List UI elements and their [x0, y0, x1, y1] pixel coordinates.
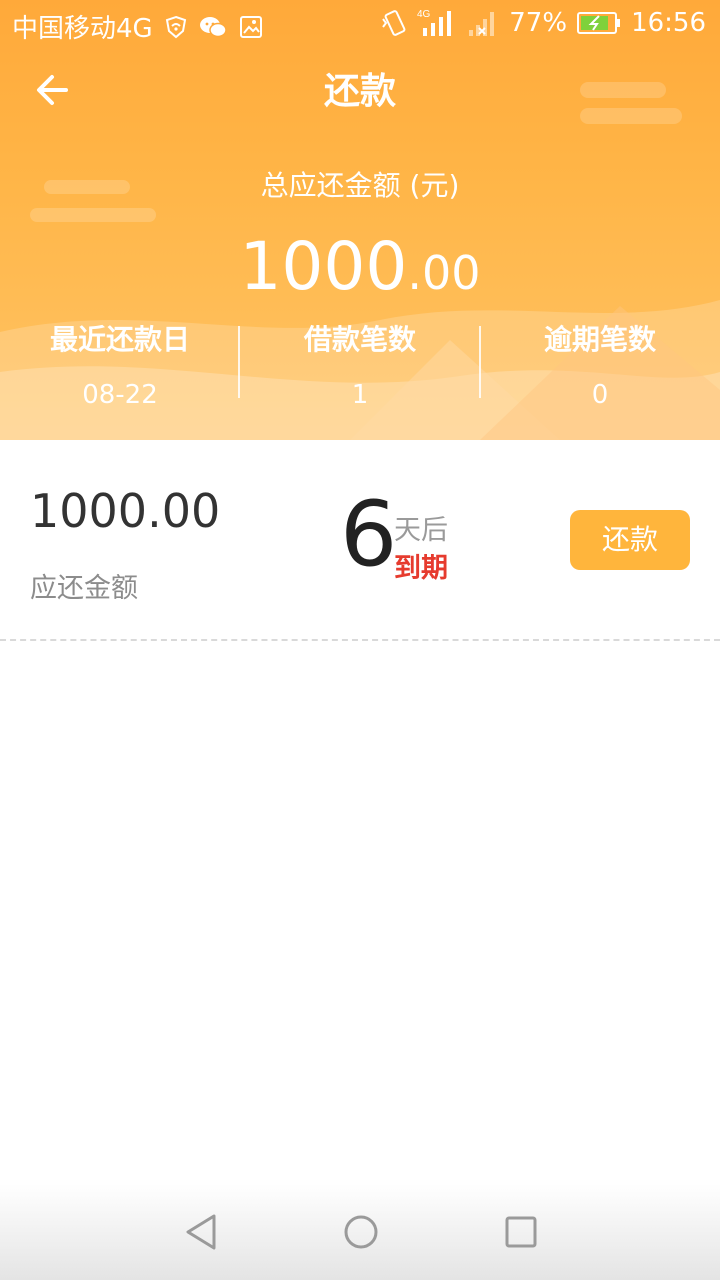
dashed-divider [0, 639, 720, 641]
stat-overdue-count: 逾期笔数 0 [480, 318, 720, 410]
loan-item: 1000.00 应还金额 6 天后 到期 还款 [0, 440, 720, 641]
repayment-header: 中国移动4G 4G 77% 16:56 还款 总应还金额 (元) 1000.00… [0, 0, 720, 440]
repay-button[interactable]: 还款 [570, 510, 690, 570]
loan-amount-label: 应还金额 [30, 573, 138, 604]
days-suffix: 天后 [394, 515, 448, 546]
recent-square-icon[interactable] [501, 1212, 541, 1252]
days-until-due: 6 [340, 482, 398, 587]
stat-loan-count: 借款笔数 1 [240, 318, 480, 410]
stat-value: 08-22 [82, 380, 158, 410]
total-amount-integer: 1000 [239, 228, 408, 305]
shield-wifi-icon [165, 15, 186, 38]
page-title: 还款 [323, 71, 396, 112]
wechat-icon [199, 16, 227, 37]
stat-value: 1 [351, 380, 369, 410]
total-amount: 1000.00 [0, 228, 720, 305]
battery-charging-icon [577, 12, 621, 34]
image-icon [239, 15, 262, 38]
system-nav-bar [0, 1184, 720, 1280]
total-amount-label: 总应还金额 (元) [260, 169, 460, 202]
stat-label: 逾期笔数 [543, 323, 656, 356]
stat-latest-due-date: 最近还款日 08-22 [0, 318, 240, 410]
back-triangle-icon[interactable] [182, 1212, 222, 1252]
carrier-label: 中国移动4G [12, 14, 153, 44]
clock: 16:56 [631, 8, 706, 38]
home-circle-icon[interactable] [341, 1212, 381, 1252]
stat-value: 0 [591, 380, 609, 410]
total-amount-decimal: .00 [407, 246, 481, 300]
battery-percent: 77% [509, 8, 568, 38]
svg-text:4G: 4G [417, 9, 431, 20]
stat-label: 借款笔数 [303, 323, 416, 356]
stat-label: 最近还款日 [49, 323, 190, 356]
status-bar: 中国移动4G 4G 77% 16:56 [0, 0, 720, 50]
signal-4g-icon: 4G [417, 9, 452, 36]
loan-amount: 1000.00 [30, 484, 221, 538]
vibrate-icon [382, 10, 406, 36]
stats-row: 最近还款日 08-22 借款笔数 1 逾期笔数 0 [0, 318, 720, 418]
due-label: 到期 [394, 553, 448, 584]
signal-empty-icon [469, 12, 495, 36]
